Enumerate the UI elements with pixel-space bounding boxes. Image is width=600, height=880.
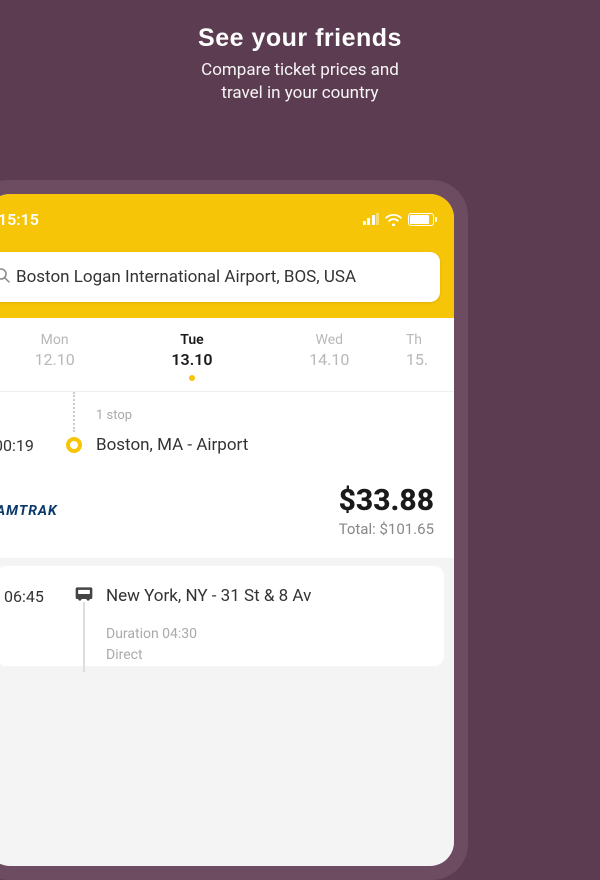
hero-subtitle: Compare ticket prices and travel in your… <box>0 59 600 105</box>
route-marker <box>52 437 96 453</box>
status-time: 15:15 <box>0 210 39 229</box>
hero-title: See your friends <box>0 24 600 53</box>
date-item-thu[interactable]: Th 15. <box>398 332 454 381</box>
results-list: 1 stop 00:19 Boston, MA - Airport AMTRAK… <box>0 392 454 666</box>
price: $33.88 <box>339 483 434 518</box>
search-section <box>0 244 454 318</box>
departure-time: 00:19 <box>0 436 52 455</box>
price-row: AMTRAK $33.88 Total: $101.65 <box>0 465 454 558</box>
battery-icon <box>408 213 434 226</box>
stops-label: 1 stop <box>0 392 454 423</box>
route-row-2: 06:45 New York, NY - 31 St & 8 Av <box>0 566 444 618</box>
stop-ring-icon <box>66 437 82 453</box>
price-block: $33.88 Total: $101.65 <box>339 483 434 538</box>
date-item-tue[interactable]: Tue 13.10 <box>123 332 260 381</box>
search-icon <box>0 267 10 287</box>
total-price: Total: $101.65 <box>339 520 434 538</box>
date-item-mon[interactable]: Mon 12.10 <box>0 332 123 381</box>
departure-place-2: New York, NY - 31 St & 8 Av <box>106 586 444 606</box>
search-input[interactable] <box>16 267 426 287</box>
departure-time-2: 06:45 <box>0 587 62 606</box>
screen: 15:15 <box>0 194 454 866</box>
direct-label: Direct <box>106 645 444 666</box>
departure-place: Boston, MA - Airport <box>96 435 454 455</box>
wifi-icon <box>385 213 402 226</box>
active-date-indicator <box>189 375 195 381</box>
duration-block: Duration 04:30 Direct <box>0 618 444 666</box>
cellular-icon <box>363 213 380 225</box>
carrier-logo: AMTRAK <box>0 503 58 519</box>
date-item-wed[interactable]: Wed 14.10 <box>261 332 398 381</box>
status-icons <box>363 213 435 226</box>
route-row: 00:19 Boston, MA - Airport <box>0 423 454 465</box>
hero-section: See your friends Compare ticket prices a… <box>0 0 600 105</box>
device-frame: 15:15 <box>0 180 468 880</box>
date-selector: Mon 12.10 Tue 13.10 Wed 14.10 Th 15. <box>0 318 454 392</box>
result-card-2[interactable]: 06:45 New York, NY - 31 St & 8 Av <box>0 566 444 666</box>
duration-text: Duration 04:30 <box>106 624 444 645</box>
status-bar: 15:15 <box>0 194 454 244</box>
result-card-1[interactable]: 1 stop 00:19 Boston, MA - Airport AMTRAK… <box>0 392 454 558</box>
search-field[interactable] <box>0 252 440 302</box>
